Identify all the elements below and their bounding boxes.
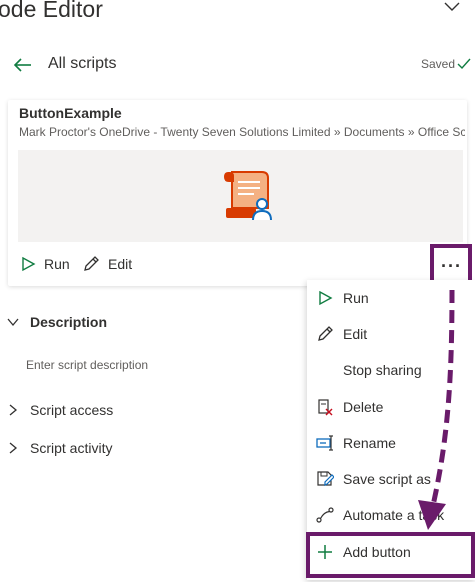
chevron-down-icon — [7, 318, 19, 327]
menu-item-label: Save script as — [343, 471, 431, 487]
menu-item-add-button[interactable]: Add button — [307, 535, 475, 569]
chevron-right-icon — [9, 404, 18, 416]
plus-icon — [318, 545, 332, 559]
more-dots-icon: ··· — [441, 256, 462, 276]
save-status: Saved — [420, 57, 455, 71]
menu-item-delete[interactable]: Delete — [307, 390, 475, 424]
script-path: Mark Proctor's OneDrive - Twenty Seven S… — [19, 125, 465, 139]
pencil-icon — [84, 256, 99, 271]
run-button-label: Run — [44, 256, 70, 272]
description-section-toggle[interactable]: Description — [6, 314, 107, 330]
menu-item-label: Run — [343, 290, 369, 306]
menu-item-automate-task[interactable]: Automate a task — [307, 498, 475, 532]
script-activity-toggle[interactable]: Script activity — [6, 440, 112, 456]
play-icon — [319, 290, 333, 306]
checkmark-icon — [457, 58, 471, 70]
script-thumbnail — [18, 150, 463, 242]
menu-item-run[interactable]: Run — [307, 281, 475, 315]
rename-icon — [316, 435, 333, 451]
script-access-toggle[interactable]: Script access — [6, 402, 113, 418]
more-options-menu: Run Edit Stop sharing Delete Rename Save… — [307, 280, 475, 580]
back-arrow-icon[interactable] — [12, 54, 34, 76]
save-as-icon — [317, 471, 334, 486]
chevron-right-icon — [9, 442, 18, 454]
script-access-label: Script access — [30, 402, 114, 418]
nav-bar: All scripts Saved — [12, 54, 471, 78]
menu-item-label: Rename — [343, 435, 396, 451]
menu-item-label: Delete — [343, 399, 384, 415]
script-card: ButtonExample Mark Proctor's OneDrive - … — [8, 100, 467, 286]
menu-item-label: Add button — [343, 544, 411, 560]
chevron-down-icon[interactable] — [442, 0, 462, 14]
delete-icon — [318, 399, 333, 416]
script-name: ButtonExample — [19, 105, 122, 121]
all-scripts-link[interactable]: All scripts — [48, 55, 116, 73]
edit-button-label: Edit — [108, 256, 133, 272]
edit-button[interactable]: Edit — [82, 252, 132, 276]
description-input[interactable]: Enter script description — [26, 358, 276, 378]
card-actions: Run Edit — [16, 252, 456, 276]
flow-icon — [316, 507, 334, 523]
menu-item-rename[interactable]: Rename — [307, 426, 475, 460]
app-title: ode Editor — [0, 0, 103, 22]
description-heading: Description — [30, 314, 108, 330]
menu-item-stop-sharing[interactable]: Stop sharing — [307, 353, 475, 387]
pencil-icon — [318, 326, 333, 341]
script-file-icon — [224, 171, 272, 221]
menu-item-label: Automate a task — [343, 507, 445, 523]
run-button[interactable]: Run — [20, 252, 70, 276]
menu-item-edit[interactable]: Edit — [307, 317, 475, 351]
script-activity-label: Script activity — [30, 440, 113, 456]
menu-item-label: Stop sharing — [343, 362, 422, 378]
play-icon — [22, 256, 36, 272]
menu-item-save-script-as[interactable]: Save script as — [307, 462, 475, 496]
menu-item-label: Edit — [343, 326, 368, 342]
